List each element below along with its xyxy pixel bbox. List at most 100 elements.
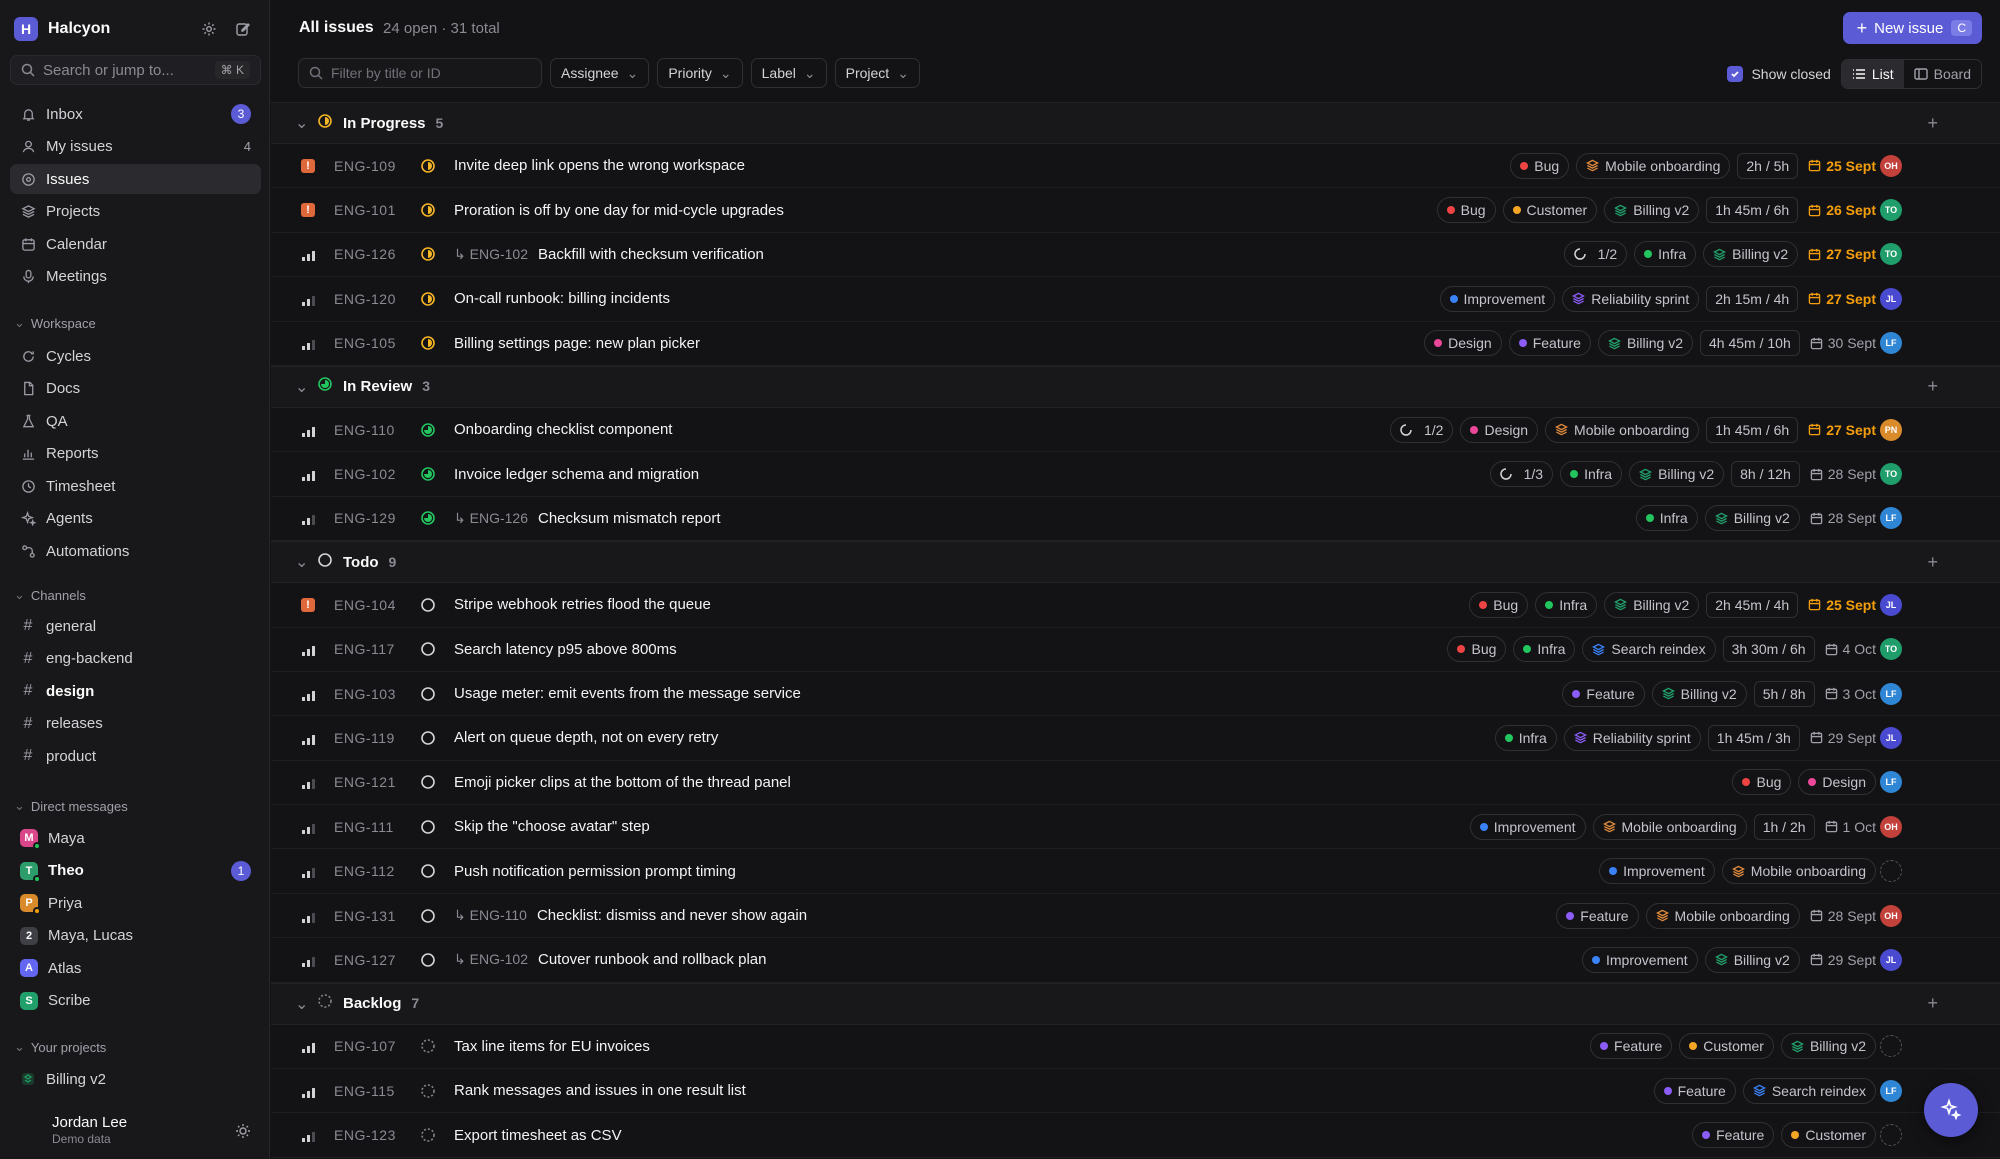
status-todo-icon[interactable] [421, 908, 435, 923]
label-bug[interactable]: Bug [1469, 591, 1529, 618]
label-design[interactable]: Design [1460, 416, 1539, 443]
priority-high-icon[interactable] [301, 1039, 315, 1054]
priority-med-icon[interactable] [301, 292, 315, 306]
label-infra[interactable]: Infra [1560, 461, 1623, 488]
issue-row[interactable]: ENG-121 Emoji picker clips at the bottom … [271, 761, 2000, 806]
label-infra[interactable]: Infra [1494, 724, 1557, 751]
priority-high-icon[interactable] [301, 642, 315, 657]
status-progress-icon[interactable] [421, 247, 435, 262]
project-search-reindex[interactable]: Search reindex [1582, 636, 1716, 663]
label-bug[interactable]: Bug [1510, 152, 1570, 179]
project-mobile-onboarding[interactable]: Mobile onboarding [1721, 858, 1876, 885]
priority-urgent-icon[interactable]: ! [301, 203, 315, 218]
assignee-avatar[interactable]: OH [1880, 815, 1902, 838]
status-todo-icon[interactable] [421, 864, 435, 878]
dm-theo[interactable]: T Theo 1 [10, 856, 261, 886]
priority-high-icon[interactable] [301, 467, 315, 482]
project-reliability-sprint[interactable]: Reliability sprint [1563, 724, 1701, 751]
assignee-avatar[interactable]: JL [1880, 593, 1902, 616]
priority-med-icon[interactable] [301, 336, 315, 351]
view-board-button[interactable]: Board [1904, 60, 1981, 88]
label-customer[interactable]: Customer [1679, 1033, 1774, 1060]
sidebar-item-issues[interactable]: Issues [10, 164, 261, 194]
priority-high-icon[interactable] [301, 731, 315, 745]
theme-toggle-icon[interactable] [230, 1118, 256, 1144]
add-issue-button[interactable]: + [1927, 552, 1938, 573]
status-todo-icon[interactable] [421, 598, 435, 612]
assignee-avatar[interactable]: TO [1880, 199, 1902, 222]
sidebar-item-billing-v2[interactable]: Billing v2 [10, 1064, 261, 1094]
issue-row[interactable]: ENG-111 Skip the "choose avatar" step Impr… [271, 805, 2000, 850]
add-issue-button[interactable]: + [1927, 376, 1938, 397]
due-date[interactable]: 25 Sept [1808, 597, 1876, 613]
status-review-icon[interactable] [421, 422, 435, 437]
group-header-in-progress[interactable]: ⌄ In Progress 5 + [271, 102, 2000, 144]
priority-med-icon[interactable] [301, 511, 315, 526]
project-mobile-onboarding[interactable]: Mobile onboarding [1592, 813, 1747, 840]
channel-general[interactable]: # general [10, 611, 261, 641]
label-feature[interactable]: Feature [1562, 680, 1645, 707]
status-todo-icon[interactable] [421, 775, 435, 790]
project-billing-v2[interactable]: Billing v2 [1704, 946, 1800, 973]
status-todo-icon[interactable] [421, 731, 435, 745]
label-feature[interactable]: Feature [1692, 1122, 1775, 1149]
priority-urgent-icon[interactable]: ! [301, 597, 315, 612]
parent-issue-link[interactable]: ↳ ENG-126 [454, 510, 528, 527]
channel-design[interactable]: # design [10, 676, 261, 706]
project-search-reindex[interactable]: Search reindex [1742, 1077, 1876, 1104]
priority-urgent-icon[interactable]: ! [301, 158, 315, 173]
issue-row[interactable]: ENG-102 Invoice ledger schema and migrati… [271, 452, 2000, 497]
filter-assignee-button[interactable]: Assignee ⌄ [550, 58, 650, 88]
unassigned-avatar[interactable] [1880, 1035, 1902, 1058]
channel-product[interactable]: # product [10, 741, 261, 771]
label-infra[interactable]: Infra [1635, 505, 1698, 532]
priority-high-icon[interactable] [301, 423, 315, 437]
issue-row[interactable]: ! ENG-104 Stripe webhook retries flood the… [271, 583, 2000, 628]
status-progress-icon[interactable] [421, 203, 435, 217]
label-feature[interactable]: Feature [1653, 1077, 1736, 1104]
filter-input[interactable]: Filter by title or ID [298, 58, 542, 88]
due-date[interactable]: 27 Sept [1808, 291, 1876, 307]
due-date[interactable]: 28 Sept [1810, 908, 1876, 924]
label-bug[interactable]: Bug [1732, 769, 1792, 796]
priority-high-icon[interactable] [301, 687, 315, 701]
search-input[interactable]: Search or jump to... ⌘ K [10, 55, 261, 85]
status-backlog-icon[interactable] [421, 1039, 435, 1054]
project-billing-v2[interactable]: Billing v2 [1704, 505, 1800, 532]
label-customer[interactable]: Customer [1502, 197, 1598, 224]
issue-row[interactable]: ENG-107 Tax line items for EU invoices Fea… [271, 1025, 2000, 1070]
status-progress-icon[interactable] [421, 292, 435, 306]
due-date[interactable]: 25 Sept [1808, 158, 1876, 174]
issue-row[interactable]: ENG-129 ↳ ENG-126 Checksum mismatch report… [271, 497, 2000, 542]
label-improvement[interactable]: Improvement [1599, 858, 1715, 885]
chevron-down-icon[interactable]: ⌄ [295, 377, 308, 397]
assignee-avatar[interactable]: LF [1880, 682, 1902, 705]
chevron-down-icon[interactable]: ⌄ [295, 994, 308, 1014]
compose-icon[interactable] [230, 16, 256, 42]
status-backlog-icon[interactable] [421, 1128, 435, 1142]
priority-med-icon[interactable] [301, 864, 315, 879]
sidebar-item-cycles[interactable]: Cycles [10, 341, 261, 371]
group-header-in-review[interactable]: ⌄ In Review 3 + [271, 365, 2000, 408]
label-customer[interactable]: Customer [1781, 1122, 1876, 1149]
sidebar-item-my-issues[interactable]: My issues 4 [10, 132, 261, 162]
project-billing-v2[interactable]: Billing v2 [1604, 591, 1700, 618]
sidebar-item-reports[interactable]: Reports [10, 439, 261, 469]
issue-row[interactable]: ENG-123 Export timesheet as CSV Feature Cus… [271, 1113, 2000, 1158]
section-workspace[interactable]: ⌄ Workspace [14, 315, 96, 331]
sidebar-item-inbox[interactable]: Inbox 3 [10, 99, 261, 129]
assignee-avatar[interactable]: JL [1880, 287, 1902, 310]
sidebar-item-qa[interactable]: QA [10, 406, 261, 436]
label-infra[interactable]: Infra [1513, 636, 1576, 663]
label-improvement[interactable]: Improvement [1469, 813, 1586, 840]
assignee-avatar[interactable]: LF [1880, 507, 1902, 530]
due-date[interactable]: 28 Sept [1810, 466, 1876, 482]
status-todo-icon[interactable] [421, 953, 435, 967]
channel-eng-backend[interactable]: # eng-backend [10, 644, 261, 674]
chevron-down-icon[interactable]: ⌄ [295, 113, 308, 133]
issue-row[interactable]: ! ENG-101 Proration is off by one day for … [271, 188, 2000, 233]
due-date[interactable]: 29 Sept [1810, 952, 1876, 968]
status-progress-icon[interactable] [421, 336, 435, 351]
project-billing-v2[interactable]: Billing v2 [1703, 241, 1799, 268]
issue-row[interactable]: ENG-117 Search latency p95 above 800ms Bug… [271, 628, 2000, 672]
